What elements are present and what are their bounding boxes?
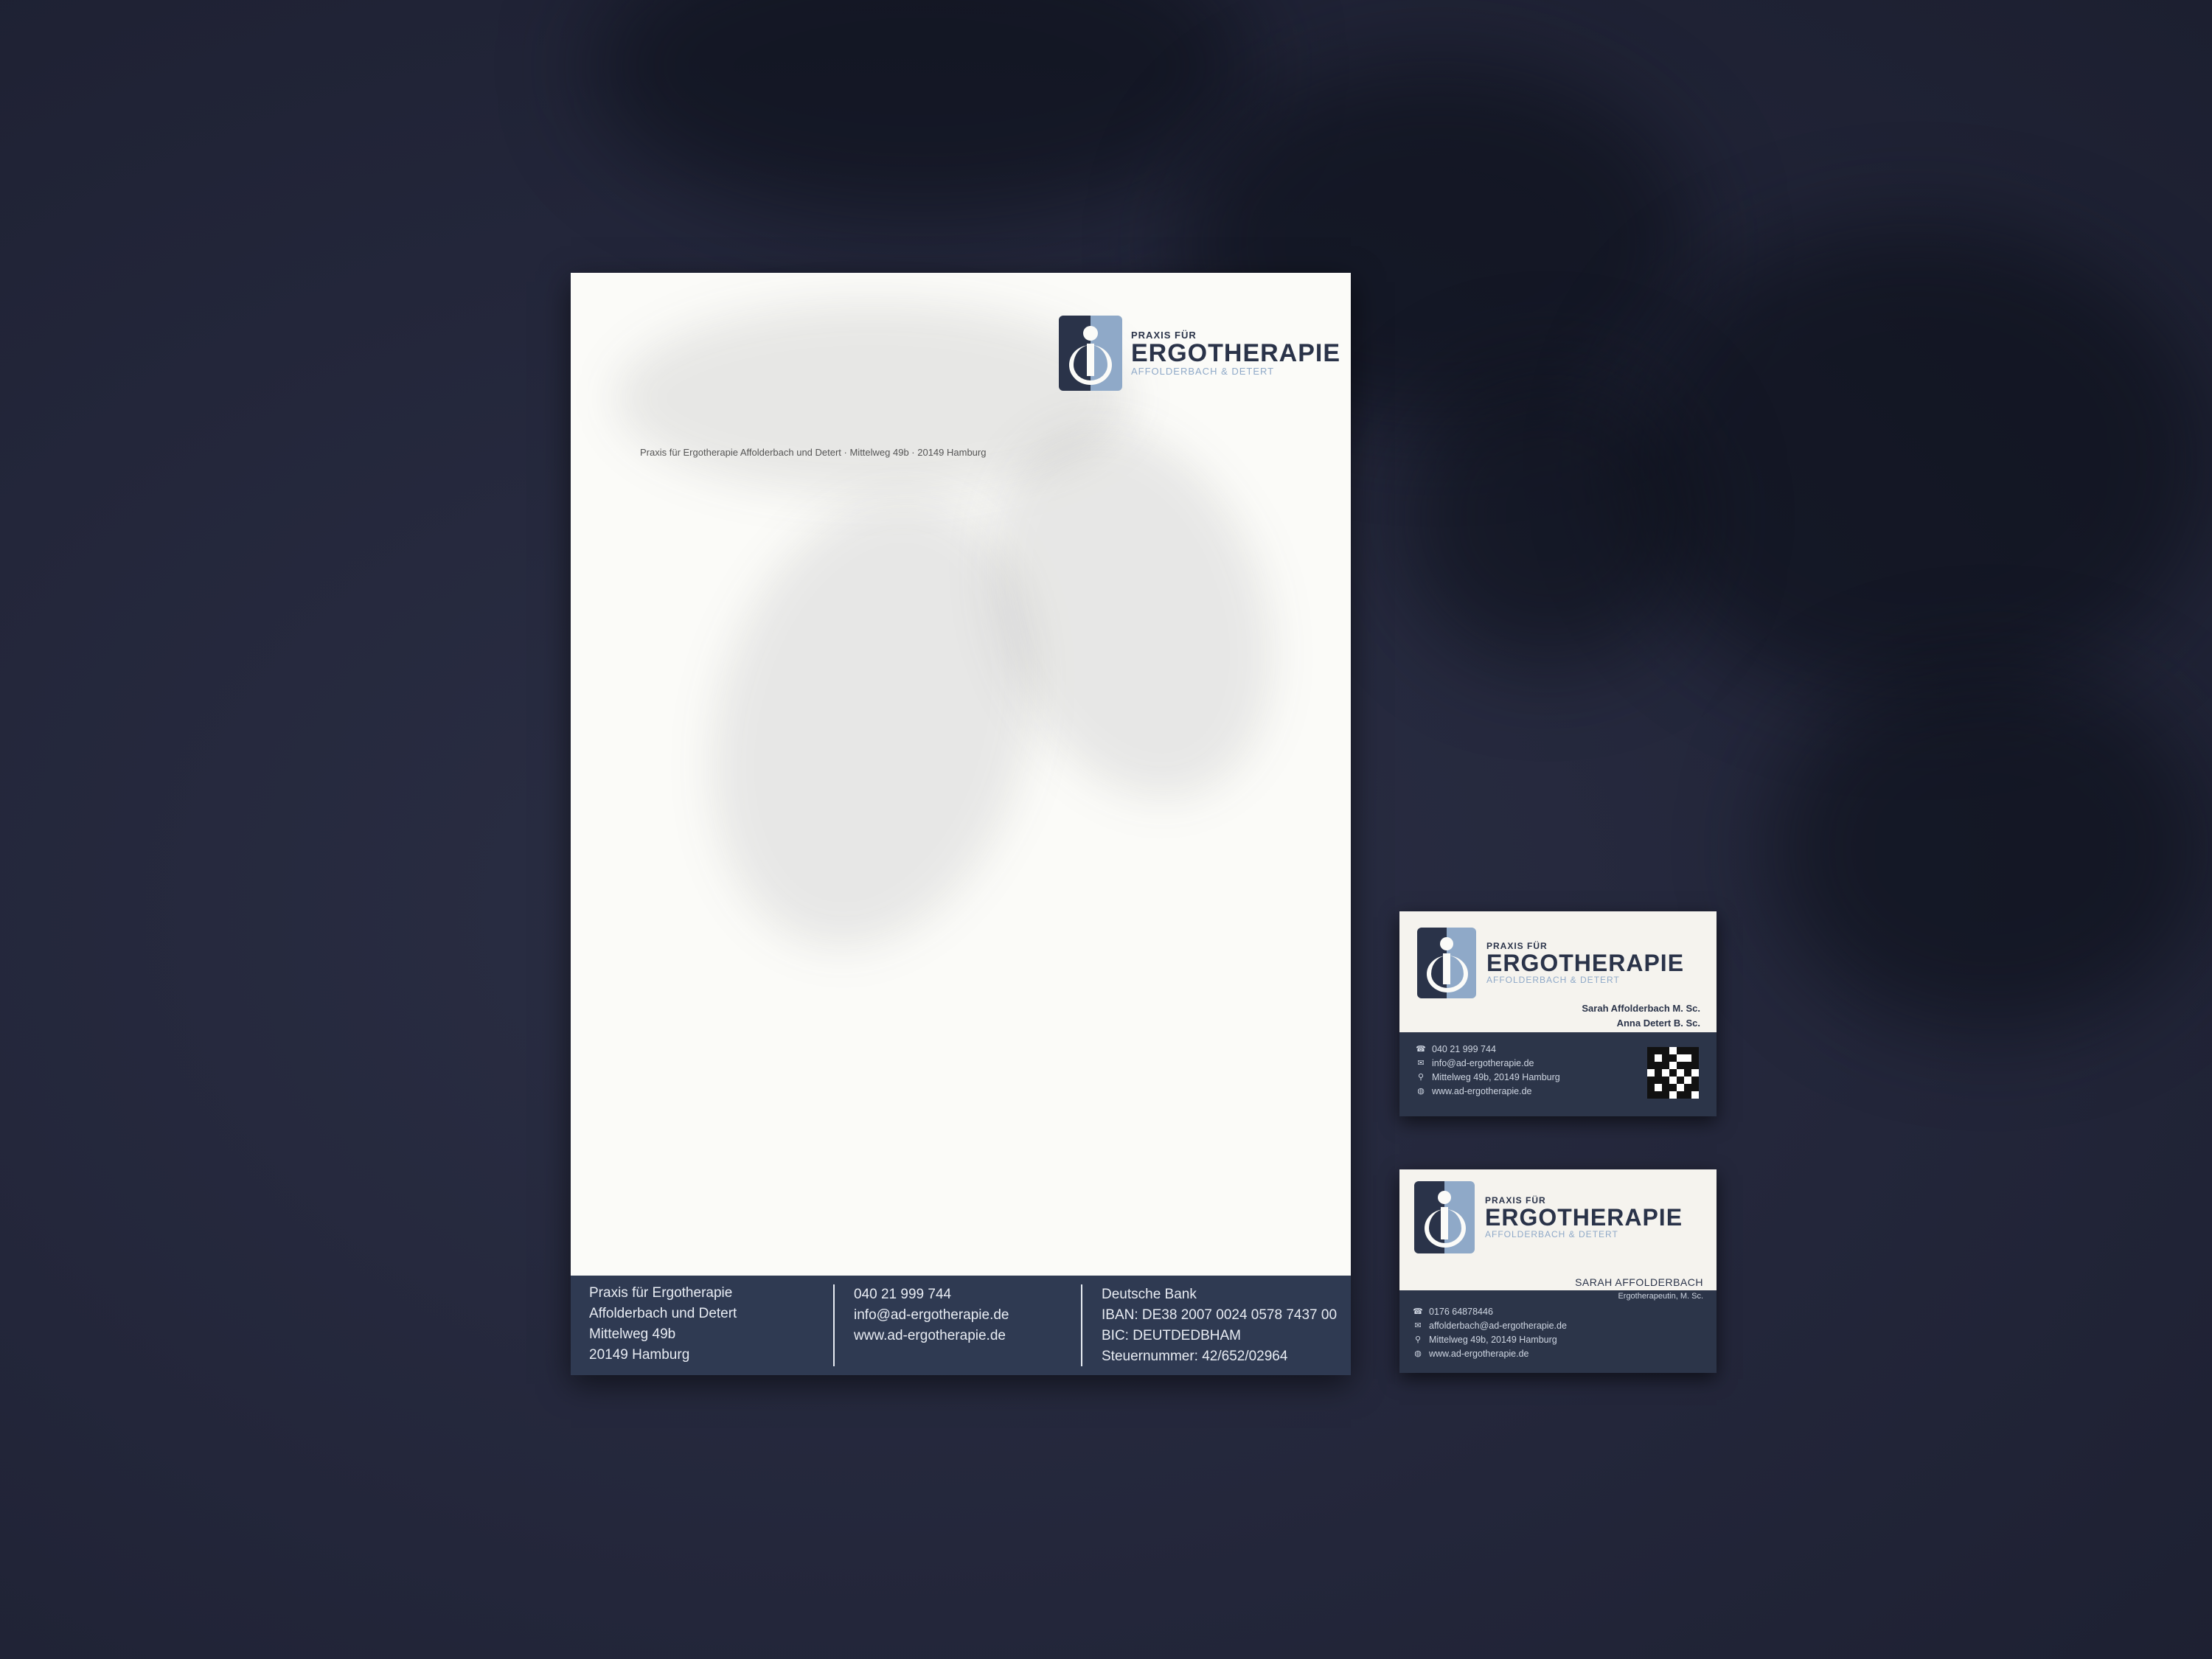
card-contact-panel: ☎ 040 21 999 744 ✉ info@ad-ergotherapie.de… xyxy=(1399,1032,1717,1116)
contact-row: ◍ www.ad-ergotherapie.de xyxy=(1416,1085,1560,1099)
footer-address: Praxis für Ergotherapie Affolderbach und… xyxy=(571,1276,833,1375)
footer-address-line: 20149 Hamburg xyxy=(589,1347,690,1363)
person-name: SARAH AFFOLDERBACH xyxy=(1575,1276,1703,1288)
logo-sub-text: AFFOLDERBACH & DETERT xyxy=(1485,1229,1618,1239)
ergotherapy-logo-icon xyxy=(1417,928,1476,998)
contact-row: ◍ www.ad-ergotherapie.de xyxy=(1413,1347,1567,1361)
footer-iban: IBAN: DE38 2007 0024 0578 7437 00 xyxy=(1102,1307,1338,1323)
logo-sub-text: AFFOLDERBACH & DETERT xyxy=(1131,366,1275,377)
business-card-practice: PRAXIS FÜR ERGOTHERAPIE AFFOLDERBACH & D… xyxy=(1399,911,1717,1116)
footer-bic: BIC: DEUTDEDBHAM xyxy=(1102,1328,1241,1343)
contact-row: ⚲ Mittelweg 49b, 20149 Hamburg xyxy=(1416,1071,1560,1085)
business-card-personal: PRAXIS FÜR ERGOTHERAPIE AFFOLDERBACH & D… xyxy=(1399,1169,1717,1373)
location-icon: ⚲ xyxy=(1414,1335,1422,1344)
contact-website: www.ad-ergotherapie.de xyxy=(1429,1349,1529,1359)
footer-address-line: Praxis für Ergotherapie xyxy=(589,1285,733,1301)
partner-name: Anna Detert B. Sc. xyxy=(1616,1018,1700,1029)
contact-email: affolderbach@ad-ergotherapie.de xyxy=(1429,1321,1567,1331)
logo-main-text: ERGOTHERAPIE xyxy=(1485,1204,1683,1231)
card-logo: PRAXIS FÜR ERGOTHERAPIE AFFOLDERBACH & D… xyxy=(1414,1181,1683,1253)
card-person: SARAH AFFOLDERBACH xyxy=(1575,1276,1703,1289)
ergotherapy-logo-icon xyxy=(1414,1181,1475,1253)
contact-row: ☎ 040 21 999 744 xyxy=(1416,1043,1560,1057)
footer-email: info@ad-ergotherapie.de xyxy=(854,1307,1009,1323)
partner-name: Sarah Affolderbach M. Sc. xyxy=(1582,1003,1700,1014)
mail-icon: ✉ xyxy=(1417,1059,1425,1068)
footer-contact: 040 21 999 744 info@ad-ergotherapie.de w… xyxy=(833,1284,1081,1366)
logo-main-text: ERGOTHERAPIE xyxy=(1486,950,1685,976)
letterhead-logo: PRAXIS FÜR ERGOTHERAPIE AFFOLDERBACH & D… xyxy=(1059,316,1340,391)
contact-address: Mittelweg 49b, 20149 Hamburg xyxy=(1432,1072,1560,1082)
contact-website: www.ad-ergotherapie.de xyxy=(1432,1086,1532,1096)
globe-icon: ◍ xyxy=(1414,1349,1422,1358)
card-contact-panel: Ergotherapeutin, M. Sc. ☎ 0176 64878446 ✉… xyxy=(1399,1290,1717,1373)
person-title: Ergotherapeutin, M. Sc. xyxy=(1618,1292,1703,1301)
globe-icon: ◍ xyxy=(1417,1087,1425,1096)
footer-bank: Deutsche Bank IBAN: DE38 2007 0024 0578 … xyxy=(1081,1284,1351,1366)
qr-code-icon xyxy=(1647,1047,1699,1099)
footer-tax-number: Steuernummer: 42/652/02964 xyxy=(1102,1349,1288,1364)
contact-phone: 0176 64878446 xyxy=(1429,1307,1493,1317)
location-icon: ⚲ xyxy=(1417,1073,1425,1082)
footer-phone: 040 21 999 744 xyxy=(854,1287,952,1302)
contact-row: ⚲ Mittelweg 49b, 20149 Hamburg xyxy=(1413,1333,1567,1347)
letterhead-footer: Praxis für Ergotherapie Affolderbach und… xyxy=(571,1276,1351,1375)
letterhead-sheet: PRAXIS FÜR ERGOTHERAPIE AFFOLDERBACH & D… xyxy=(571,273,1351,1375)
mail-icon: ✉ xyxy=(1414,1321,1422,1330)
footer-address-line: Mittelweg 49b xyxy=(589,1326,676,1342)
phone-icon: ☎ xyxy=(1416,1045,1426,1054)
contact-row: ✉ info@ad-ergotherapie.de xyxy=(1416,1057,1560,1071)
contact-row: ✉ affolderbach@ad-ergotherapie.de xyxy=(1413,1319,1567,1333)
footer-bank-name: Deutsche Bank xyxy=(1102,1287,1197,1302)
contact-phone: 040 21 999 744 xyxy=(1432,1044,1496,1054)
footer-website: www.ad-ergotherapie.de xyxy=(854,1328,1006,1343)
logo-main-text: ERGOTHERAPIE xyxy=(1131,339,1341,367)
contact-email: info@ad-ergotherapie.de xyxy=(1432,1058,1534,1068)
card-logo: PRAXIS FÜR ERGOTHERAPIE AFFOLDERBACH & D… xyxy=(1417,928,1684,998)
contact-row: ☎ 0176 64878446 xyxy=(1413,1305,1567,1319)
ergotherapy-logo-icon xyxy=(1059,316,1122,391)
phone-icon: ☎ xyxy=(1413,1307,1423,1316)
contact-address: Mittelweg 49b, 20149 Hamburg xyxy=(1429,1335,1557,1345)
return-address-line: Praxis für Ergotherapie Affolderbach und… xyxy=(640,447,987,458)
logo-sub-text: AFFOLDERBACH & DETERT xyxy=(1486,975,1620,985)
footer-address-line: Affolderbach und Detert xyxy=(589,1306,737,1321)
card-names: Sarah Affolderbach M. Sc. Anna Detert B.… xyxy=(1582,1001,1700,1031)
